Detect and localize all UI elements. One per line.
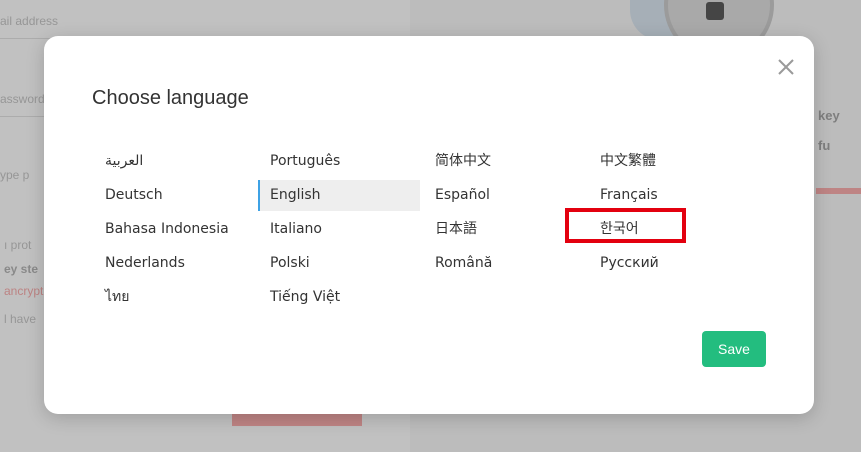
language-option-traditional-chinese[interactable]: 中文繁體	[588, 146, 750, 177]
language-option-indonesian[interactable]: Bahasa Indonesia	[93, 214, 255, 245]
language-option-simplified-chinese[interactable]: 简体中文	[423, 146, 585, 177]
language-option-thai[interactable]: ไทย	[93, 282, 255, 313]
language-option-dutch[interactable]: Nederlands	[93, 248, 255, 279]
close-button[interactable]	[776, 57, 796, 77]
close-icon	[778, 59, 794, 75]
save-button[interactable]: Save	[702, 331, 766, 367]
language-option-french[interactable]: Français	[588, 180, 750, 211]
language-option-portuguese[interactable]: Português	[258, 146, 420, 177]
language-option-polish[interactable]: Polski	[258, 248, 420, 279]
language-option-vietnamese[interactable]: Tiếng Việt	[258, 282, 420, 313]
language-option-italian[interactable]: Italiano	[258, 214, 420, 245]
language-option-english[interactable]: English	[258, 180, 420, 211]
language-option-japanese[interactable]: 日本語	[423, 214, 585, 245]
language-option-romanian[interactable]: Română	[423, 248, 585, 279]
language-option-spanish[interactable]: Español	[423, 180, 585, 211]
language-option-arabic[interactable]: العربية	[93, 146, 255, 177]
language-dialog: Choose language العربية Português 简体中文 中…	[44, 36, 814, 414]
dialog-title: Choose language	[92, 87, 249, 109]
language-option-korean[interactable]: 한국어	[588, 214, 750, 245]
language-option-german[interactable]: Deutsch	[93, 180, 255, 211]
language-option-russian[interactable]: Русский	[588, 248, 750, 279]
